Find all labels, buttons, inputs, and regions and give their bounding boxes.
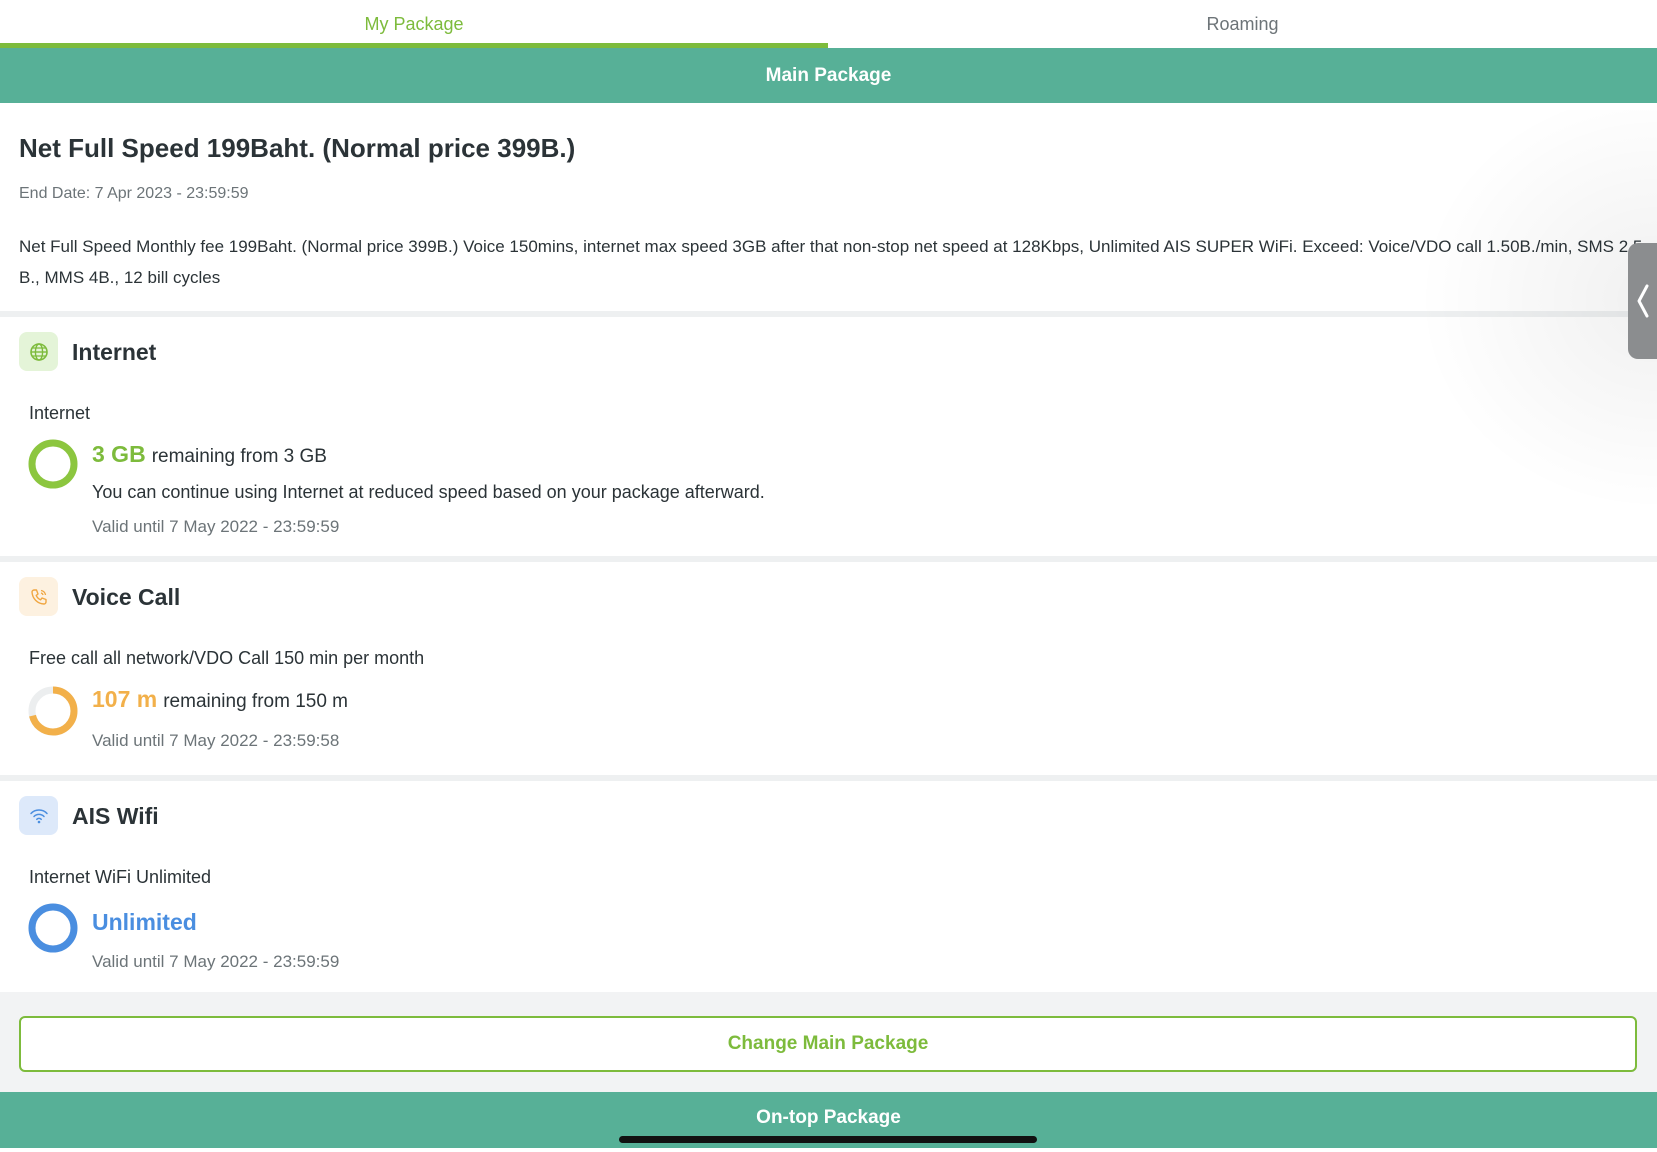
voice-usage-ring xyxy=(28,686,78,736)
internet-remaining: 3 GB remaining from 3 GB xyxy=(92,441,327,468)
package-summary: Net Full Speed 199Baht. (Normal price 39… xyxy=(0,103,1657,311)
wifi-usage-ring xyxy=(28,903,78,953)
side-panel-handle[interactable] xyxy=(1628,243,1657,359)
package-title: Net Full Speed 199Baht. (Normal price 39… xyxy=(19,133,576,163)
internet-note: You can continue using Internet at reduc… xyxy=(92,482,765,502)
voice-valid: Valid until 7 May 2022 - 23:59:58 xyxy=(92,731,340,750)
tab-roaming[interactable]: Roaming xyxy=(828,0,1657,48)
package-description: Net Full Speed Monthly fee 199Baht. (Nor… xyxy=(19,237,1643,287)
main-package-header: Main Package xyxy=(0,48,1657,103)
internet-usage-ring xyxy=(28,439,78,489)
home-indicator xyxy=(619,1136,1037,1143)
wifi-amount: Unlimited xyxy=(92,909,197,935)
wifi-title: AIS Wifi xyxy=(72,803,159,829)
internet-title: Internet xyxy=(72,339,157,365)
voice-subtitle: Free call all network/VDO Call 150 min p… xyxy=(29,648,425,668)
tab-bar: My Package Roaming xyxy=(0,0,1657,49)
wifi-icon xyxy=(19,796,58,835)
chevron-left-icon xyxy=(1637,284,1648,318)
voice-title: Voice Call xyxy=(72,584,181,610)
internet-section: Internet Internet 3 GB remaining from 3 G… xyxy=(0,317,1657,556)
tab-my-package[interactable]: My Package xyxy=(0,0,828,48)
voice-amount: 107 m xyxy=(92,686,158,712)
voice-remaining: 107 m remaining from 150 m xyxy=(92,686,348,713)
internet-remaining-text: remaining from 3 GB xyxy=(151,446,327,467)
wifi-section: AIS Wifi Internet WiFi Unlimited Unlimit… xyxy=(0,781,1657,992)
wifi-remaining: Unlimited xyxy=(92,909,203,936)
wifi-subtitle: Internet WiFi Unlimited xyxy=(29,867,212,887)
change-main-package-button[interactable]: Change Main Package xyxy=(19,1016,1637,1072)
wifi-valid: Valid until 7 May 2022 - 23:59:59 xyxy=(92,952,340,971)
package-end-date: End Date: 7 Apr 2023 - 23:59:59 xyxy=(19,185,249,202)
globe-icon xyxy=(19,332,58,371)
internet-amount: 3 GB xyxy=(92,441,146,467)
internet-valid: Valid until 7 May 2022 - 23:59:59 xyxy=(92,517,340,536)
voice-remaining-text: remaining from 150 m xyxy=(163,691,349,712)
internet-subtitle: Internet xyxy=(29,403,91,423)
voice-section: Voice Call Free call all network/VDO Cal… xyxy=(0,562,1657,775)
phone-icon xyxy=(19,577,58,616)
change-package-area: Change Main Package xyxy=(0,992,1657,1092)
